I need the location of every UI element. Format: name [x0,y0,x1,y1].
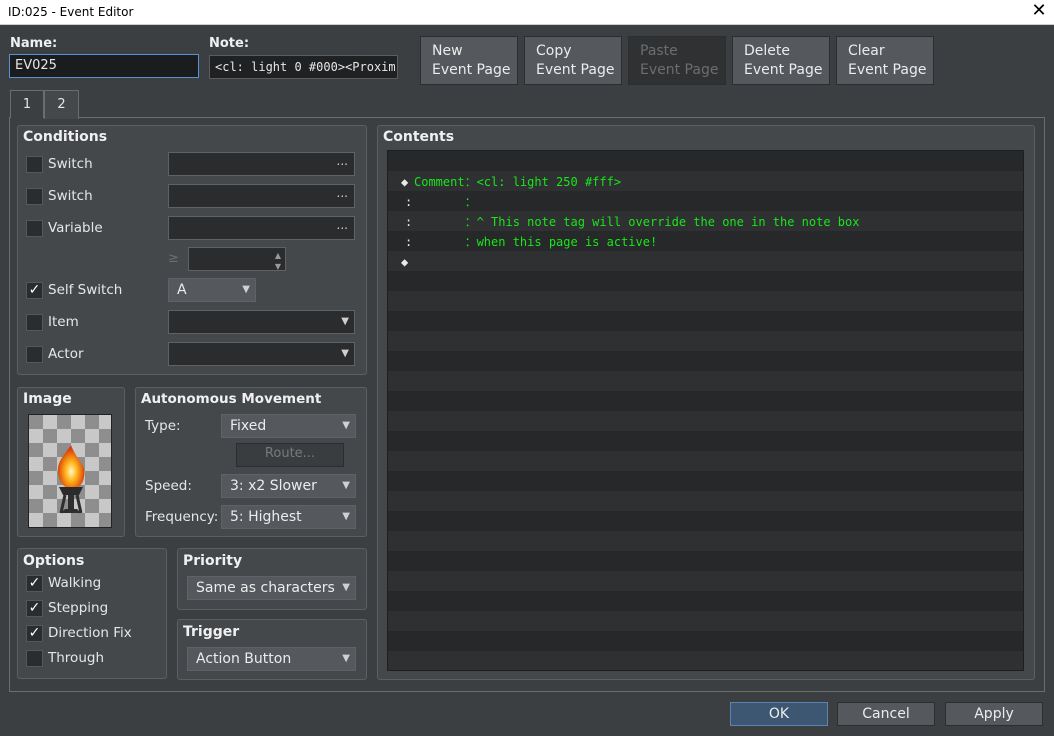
movement-frequency-dropdown[interactable]: 5: Highest ▼ [221,505,356,529]
priority-dropdown[interactable]: Same as characters ▼ [187,576,356,600]
close-icon[interactable]: ✕ [1024,0,1054,24]
chevron-down-icon: ▼ [242,284,250,295]
switch2-checkbox[interactable] [26,188,43,205]
variable-value-spinner[interactable]: ▲ ▼ [188,247,286,271]
command-line[interactable]: : ： [388,172,477,209]
direction-fix-checkbox[interactable]: ✓ [26,625,43,642]
priority-title: Priority [183,553,243,569]
through-checkbox[interactable] [26,650,43,667]
movement-type-value: Fixed [230,418,267,434]
command-line[interactable]: : ：^ This note tag will override the one… [388,192,859,229]
autonomous-movement-title: Autonomous Movement [141,391,322,407]
item-checkbox[interactable] [26,314,43,331]
command-line[interactable]: ◆ [388,232,417,269]
ellipsis-icon: ... [336,154,348,168]
walking-checkbox[interactable]: ✓ [26,575,43,592]
movement-speed-label: Speed: [145,478,192,494]
direction-fix-label: Direction Fix [48,625,132,641]
movement-speed-value: 3: x2 Slower [230,478,317,494]
chevron-down-icon: ▼ [342,420,350,431]
priority-value: Same as characters [196,580,335,596]
tab-page-1[interactable]: 1 [10,90,44,118]
torch-image [29,415,111,527]
variable-checkbox[interactable] [26,220,43,237]
apply-button[interactable]: Apply [945,702,1043,726]
new-event-page-button[interactable]: New Event Page [420,36,518,85]
command-text: ：^ This note tag will override the one i… [414,215,860,229]
conditions-title: Conditions [23,129,108,145]
event-commands-list[interactable]: ◆ Comment：<cl: light 250 #fff> : ： : ：^ T… [387,150,1024,671]
variable-label: Variable [48,220,103,236]
options-title: Options [23,553,85,569]
self-switch-value: A [177,282,187,298]
note-input[interactable]: <cl: light 0 #000><Proxim: [209,55,398,79]
movement-frequency-label: Frequency: [145,509,219,525]
tab-page-2[interactable]: 2 [44,90,79,119]
self-switch-dropdown[interactable]: A ▼ [168,278,256,302]
chevron-down-icon: ▼ [341,348,349,359]
switch2-label: Switch [48,188,93,204]
image-title: Image [23,391,72,407]
command-marker: ◆ [401,255,409,269]
chevron-down-icon: ▼ [342,582,350,593]
trigger-dropdown[interactable]: Action Button ▼ [187,647,356,671]
spinner-down-icon[interactable]: ▼ [275,256,281,278]
delete-event-page-button[interactable]: Delete Event Page [732,36,830,85]
switch1-checkbox[interactable] [26,156,43,173]
ok-button[interactable]: OK [730,702,828,726]
chevron-down-icon: ▼ [342,511,350,522]
name-input[interactable]: EV025 [9,54,199,78]
stepping-checkbox[interactable]: ✓ [26,600,43,617]
self-switch-checkbox[interactable]: ✓ [26,282,43,299]
cancel-button[interactable]: Cancel [837,702,935,726]
actor-dropdown[interactable]: ▼ [168,342,355,366]
command-text: ：when this page is active! [414,235,658,249]
actor-label: Actor [48,346,84,362]
trigger-title: Trigger [183,624,240,640]
actor-checkbox[interactable] [26,346,43,363]
item-label: Item [48,314,79,330]
switch2-selector[interactable]: ... [168,184,355,208]
ellipsis-icon: ... [336,218,348,232]
variable-selector[interactable]: ... [168,216,355,240]
movement-frequency-value: 5: Highest [230,509,302,525]
movement-type-label: Type: [145,418,181,434]
chevron-down-icon: ▼ [341,316,349,327]
item-dropdown[interactable]: ▼ [168,310,355,334]
chevron-down-icon: ▼ [342,653,350,664]
switch1-selector[interactable]: ... [168,152,355,176]
window-title: ID:025 - Event Editor [8,5,134,19]
window-title-bar: ID:025 - Event Editor [0,0,1054,25]
command-text: ： [414,195,477,209]
chevron-down-icon: ▼ [342,480,350,491]
command-line[interactable]: ◆ Comment：<cl: light 250 #fff> [388,152,621,189]
switch1-label: Switch [48,156,93,172]
movement-type-dropdown[interactable]: Fixed ▼ [221,414,356,438]
trigger-value: Action Button [196,651,292,667]
command-line[interactable]: : ：when this page is active! [388,212,657,249]
name-label: Name: [10,36,58,51]
contents-title: Contents [383,129,455,145]
route-button[interactable]: Route... [236,443,344,467]
ellipsis-icon: ... [336,186,348,200]
copy-event-page-button[interactable]: Copy Event Page [524,36,622,85]
stepping-label: Stepping [48,600,109,616]
walking-label: Walking [48,575,102,591]
event-image-preview[interactable] [28,414,112,528]
paste-event-page-button[interactable]: Paste Event Page [628,36,726,85]
self-switch-label: Self Switch [48,282,123,298]
note-label: Note: [209,36,250,51]
movement-speed-dropdown[interactable]: 3: x2 Slower ▼ [221,474,356,498]
ge-symbol: ≥ [168,251,179,266]
through-label: Through [48,650,104,666]
command-text: Comment：<cl: light 250 #fff> [414,175,622,189]
clear-event-page-button[interactable]: Clear Event Page [836,36,934,85]
